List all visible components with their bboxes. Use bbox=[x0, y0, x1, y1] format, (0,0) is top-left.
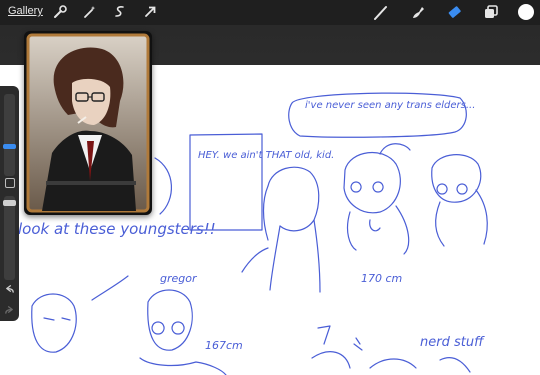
note-167: 167cm bbox=[205, 339, 243, 352]
figure-b-eyes bbox=[350, 181, 384, 193]
figure-e-glasses bbox=[151, 321, 185, 335]
figure-e-shoulders bbox=[139, 357, 227, 375]
opacity-slider[interactable] bbox=[3, 196, 16, 280]
brush-size-sidebar bbox=[0, 86, 19, 321]
figure-b-head bbox=[343, 151, 401, 214]
character-portrait-image bbox=[26, 33, 150, 213]
note-youngsters: look at these youngsters!! bbox=[18, 220, 216, 238]
figure-d-eyes bbox=[43, 317, 71, 321]
bubble-tail-left bbox=[154, 157, 173, 215]
figure-d-line bbox=[91, 275, 129, 301]
undo-icon[interactable] bbox=[4, 283, 15, 294]
note-elders: i've never seen any trans elders... bbox=[305, 100, 475, 111]
note-hey: HEY. we ain't THAT old, kid. bbox=[198, 150, 334, 161]
bubble-hey bbox=[189, 133, 263, 231]
figure-c-body bbox=[435, 189, 488, 247]
note-170: 170 cm bbox=[361, 272, 402, 285]
brush-size-slider[interactable] bbox=[3, 94, 16, 176]
figure-b-bow bbox=[379, 143, 411, 155]
figure-b-body bbox=[346, 205, 410, 255]
figure-a-body bbox=[262, 185, 321, 293]
figure-g-sketch bbox=[369, 357, 471, 373]
brush-size-thumb[interactable] bbox=[3, 144, 16, 149]
reference-image-window[interactable] bbox=[24, 31, 152, 215]
figure-d-head bbox=[31, 293, 77, 353]
figure-a-head bbox=[267, 166, 320, 232]
figure-f-sketch bbox=[311, 325, 363, 369]
figure-e-head bbox=[147, 289, 193, 351]
figure-a-arm bbox=[241, 247, 269, 273]
note-nerd: nerd stuff bbox=[420, 335, 485, 350]
figure-c-head bbox=[431, 154, 482, 203]
redo-icon[interactable] bbox=[4, 304, 15, 315]
figure-c-glasses bbox=[436, 183, 468, 195]
opacity-thumb[interactable] bbox=[3, 200, 16, 206]
note-gregor: gregor bbox=[160, 272, 198, 285]
modify-button[interactable] bbox=[5, 178, 15, 188]
